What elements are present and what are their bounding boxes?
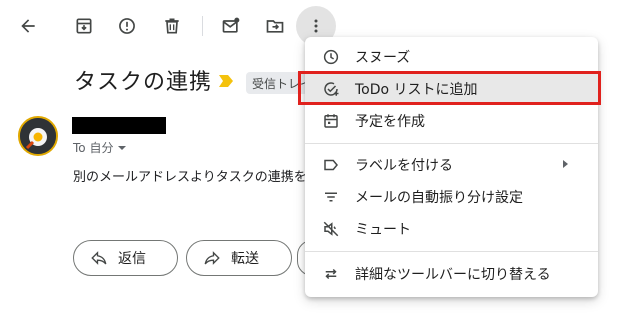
submenu-arrow-icon (563, 160, 568, 168)
move-to-button[interactable] (255, 6, 295, 46)
back-icon (21, 19, 35, 33)
filter-icon (325, 192, 337, 202)
menu-item-label: ラベルを付ける (355, 158, 453, 174)
menu-item-mute[interactable]: ミュート (305, 213, 598, 245)
sender-name-redacted (72, 117, 166, 134)
menu-divider (305, 251, 598, 252)
menu-divider (305, 143, 598, 144)
mark-unread-icon (222, 17, 240, 33)
menu-item-label: 予定を作成 (355, 114, 425, 130)
delete-button[interactable] (152, 6, 192, 46)
recipient-details[interactable]: To 自分 (73, 139, 127, 156)
menu-item-label: 詳細なツールバーに切り替える (355, 267, 551, 283)
archive-button[interactable] (64, 6, 104, 46)
menu-item-label: ミュート (355, 222, 411, 238)
reply-button[interactable]: 返信 (73, 240, 178, 276)
menu-item-create-event[interactable]: 予定を作成 (305, 105, 598, 137)
reply-icon (91, 251, 107, 265)
forward-label: 転送 (231, 251, 259, 267)
move-to-icon (266, 20, 284, 33)
chevron-down-icon (118, 145, 127, 150)
email-subject: タスクの連携 (74, 70, 213, 95)
reply-label: 返信 (118, 251, 146, 267)
menu-item-switch-toolbar[interactable]: 詳細なツールバーに切り替える (305, 258, 598, 290)
menu-item-label-as[interactable]: ラベルを付ける (305, 149, 598, 181)
importance-marker-icon[interactable] (219, 75, 233, 87)
back-button[interactable] (8, 6, 48, 46)
avatar[interactable] (18, 116, 58, 156)
menu-item-label: スヌーズ (355, 50, 411, 66)
mute-icon (323, 221, 339, 237)
highlight-annotation-box (298, 71, 601, 105)
forward-button[interactable]: 転送 (186, 240, 292, 276)
clock-icon (323, 49, 339, 65)
menu-item-filter-messages[interactable]: メールの自動振り分け設定 (305, 181, 598, 213)
forward-icon (204, 251, 220, 265)
report-spam-button[interactable] (107, 6, 147, 46)
toolbar-divider (202, 16, 203, 36)
menu-item-label: メールの自動振り分け設定 (355, 190, 523, 206)
more-vert-icon (314, 19, 318, 33)
swap-icon (325, 268, 337, 280)
menu-item-snooze[interactable]: スヌーズ (305, 41, 598, 73)
report-spam-icon (119, 18, 135, 34)
archive-icon (76, 18, 92, 34)
email-body: 別のメールアドレスよりタスクの連携を (73, 170, 307, 185)
calendar-icon (324, 114, 338, 128)
avatar-image-icon (20, 118, 56, 154)
mark-unread-button[interactable] (211, 6, 251, 46)
recipient-label: To 自分 (73, 141, 114, 155)
label-icon (324, 159, 338, 171)
delete-icon (165, 18, 179, 34)
